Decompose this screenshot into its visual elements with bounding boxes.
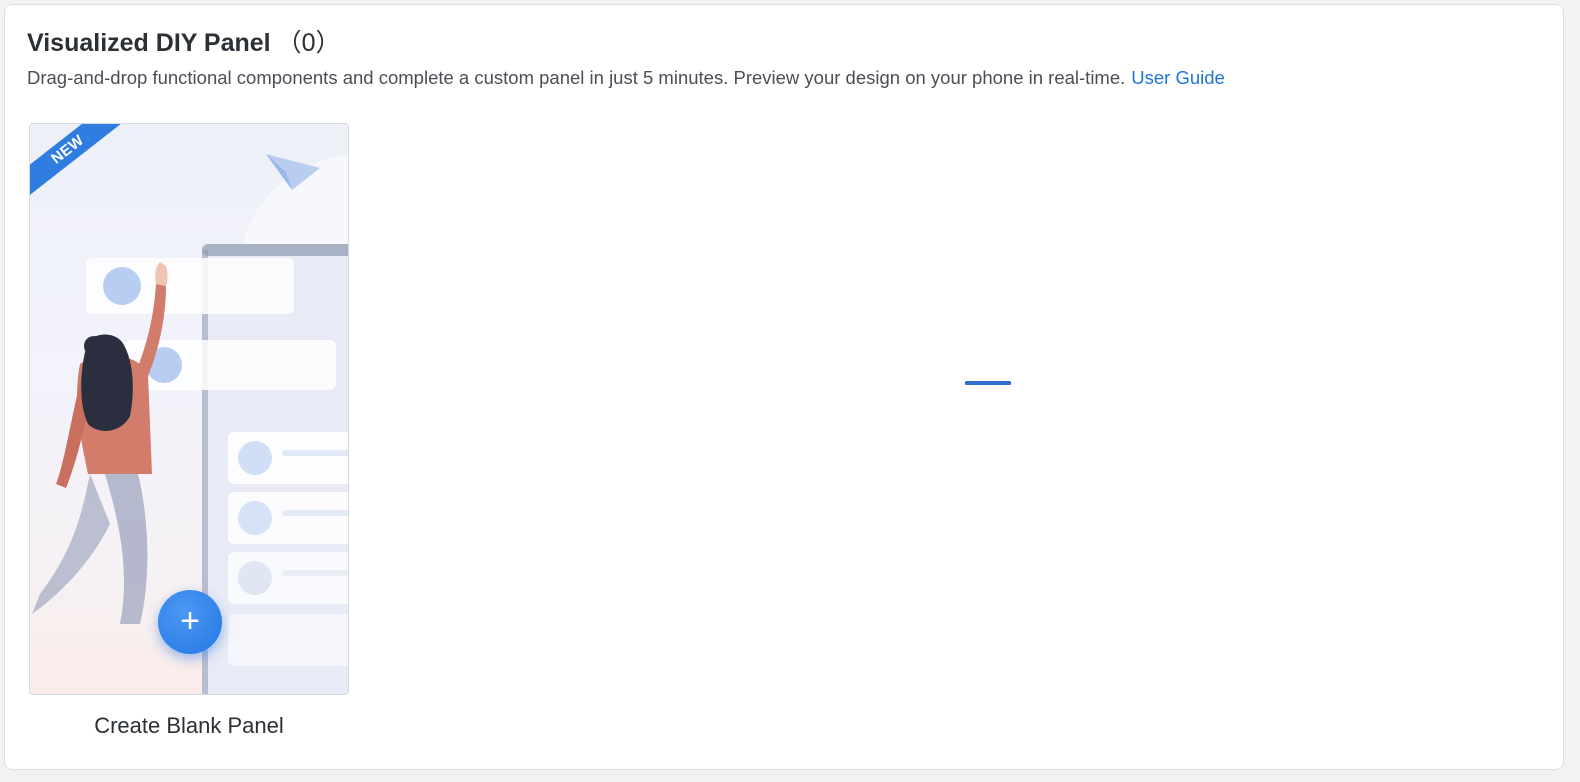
description-text: Drag-and-drop functional components and … xyxy=(27,67,1126,88)
panel-count: （0） xyxy=(276,29,341,57)
add-panel-button[interactable]: + xyxy=(158,590,222,654)
user-guide-link[interactable]: User Guide xyxy=(1131,67,1225,88)
plus-icon: + xyxy=(180,602,200,640)
title-text: Visualized DIY Panel xyxy=(27,29,271,57)
create-blank-panel-card[interactable]: NEW + xyxy=(29,123,349,695)
page-title: Visualized DIY Panel （0） xyxy=(27,23,341,59)
diy-panel-section: Visualized DIY Panel （0） Drag-and-drop f… xyxy=(4,4,1564,770)
section-description: Drag-and-drop functional components and … xyxy=(27,67,1225,89)
loading-indicator xyxy=(965,381,1011,385)
create-blank-panel-label[interactable]: Create Blank Panel xyxy=(29,713,349,739)
